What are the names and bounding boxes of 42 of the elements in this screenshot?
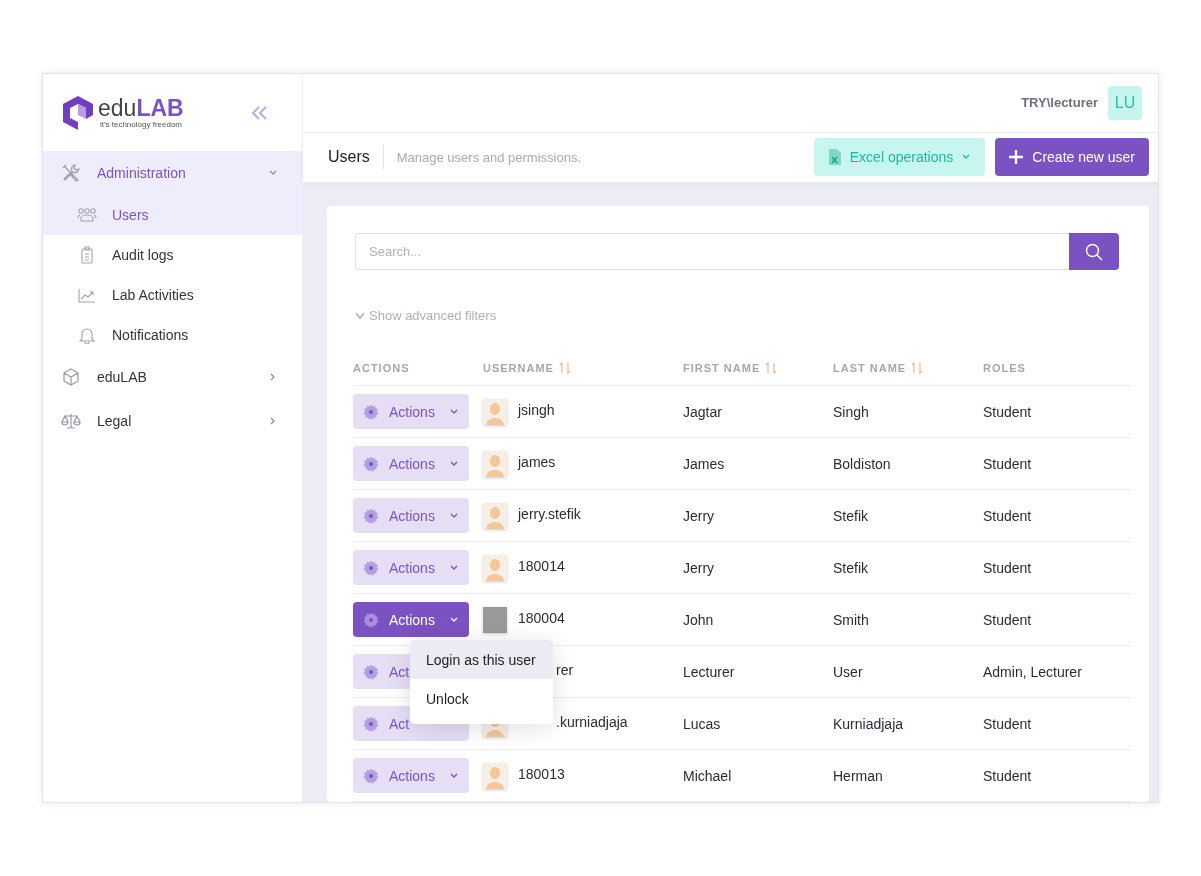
roles: Student — [983, 611, 1032, 628]
first-name: Lecturer — [683, 663, 735, 680]
column-header: LAST NAME — [833, 362, 907, 374]
column-header: ACTIONS — [353, 362, 410, 374]
username: jsingh — [518, 401, 555, 418]
roles: Student — [983, 507, 1032, 524]
first-name: Jagtar — [683, 403, 722, 420]
last-name: Singh — [833, 403, 869, 420]
column-header: USERNAME — [483, 362, 554, 374]
column-header: ROLES — [983, 362, 1026, 374]
last-name: Smith — [833, 611, 869, 628]
first-name: Michael — [683, 767, 732, 784]
username: 180004 — [518, 609, 565, 626]
last-name: User — [833, 663, 863, 680]
column-header: FIRST NAME — [683, 362, 761, 374]
first-name: John — [683, 611, 714, 628]
logo-wordmark: eduLAB — [98, 96, 184, 120]
page-subtitle: Manage users and permissions. — [396, 149, 582, 165]
last-name: Kurniadjaja — [833, 715, 904, 732]
roles: Student — [983, 715, 1032, 732]
roles: Student — [983, 403, 1032, 420]
first-name: Jerry — [683, 507, 715, 524]
page-title: Users — [328, 145, 384, 170]
roles: Student — [983, 767, 1032, 784]
last-name: Herman — [833, 767, 883, 784]
roles: Admin, Lecturer — [983, 663, 1082, 680]
last-name: Stefik — [833, 559, 868, 576]
username: 180014 — [518, 557, 565, 574]
first-name: Jerry — [683, 559, 715, 576]
last-name: Stefik — [833, 507, 868, 524]
username: jerry.stefik — [518, 505, 581, 522]
username: 180013 — [518, 765, 565, 782]
username: james — [518, 453, 556, 470]
account-name: TRY\lecturer — [1021, 95, 1098, 111]
roles: Student — [983, 559, 1032, 576]
username: .kurniadjaja — [556, 713, 628, 730]
username: rer — [556, 661, 574, 678]
logo-tagline: it's technology freedom — [100, 120, 183, 129]
first-name: Lucas — [683, 715, 721, 732]
roles: Student — [983, 455, 1032, 472]
first-name: James — [683, 455, 725, 472]
last-name: Boldiston — [833, 455, 891, 472]
